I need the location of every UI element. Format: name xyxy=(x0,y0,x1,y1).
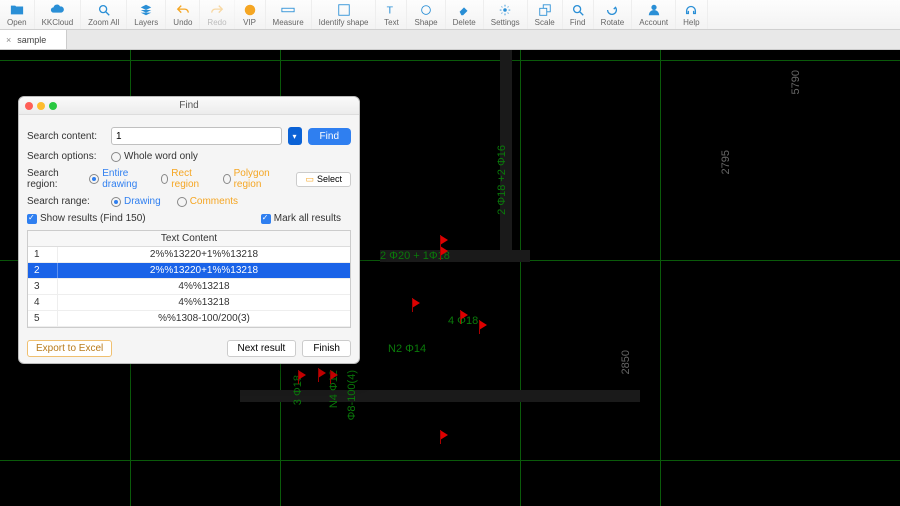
main-toolbar: Open KKCloud Zoom All Layers Undo Redo V… xyxy=(0,0,900,30)
undo-button[interactable]: Undo xyxy=(166,0,200,29)
select-icon: ▭ xyxy=(305,174,314,185)
redo-button[interactable]: Redo xyxy=(200,0,234,29)
mark-all-checkbox[interactable]: Mark all results xyxy=(261,213,341,224)
cad-dim: 2850 xyxy=(620,350,632,374)
cloud-icon xyxy=(49,2,65,18)
table-row[interactable]: 5%%1308-100/200(3) xyxy=(28,311,350,327)
scale-button[interactable]: Scale xyxy=(528,0,563,29)
identify-icon xyxy=(336,2,352,18)
result-flag-icon xyxy=(318,368,326,378)
search-region-label: Search region: xyxy=(27,168,83,190)
tab-strip: × sample xyxy=(0,30,900,50)
scale-icon xyxy=(537,2,553,18)
polygon-region-radio[interactable]: Polygon region xyxy=(223,168,280,190)
search-content-input[interactable] xyxy=(111,127,282,145)
settings-button[interactable]: Settings xyxy=(484,0,528,29)
text-button[interactable]: TText xyxy=(376,0,407,29)
shape-button[interactable]: Shape xyxy=(407,0,445,29)
vip-icon xyxy=(242,2,258,18)
account-button[interactable]: Account xyxy=(632,0,676,29)
cad-text: N2 Φ14 xyxy=(388,343,426,355)
gear-icon xyxy=(497,2,513,18)
rotate-button[interactable]: Rotate xyxy=(594,0,633,29)
folder-icon xyxy=(9,2,25,18)
entire-drawing-radio[interactable]: Entire drawing xyxy=(89,168,144,190)
whole-word-radio[interactable]: Whole word only xyxy=(111,151,198,162)
search-range-label: Search range: xyxy=(27,196,105,207)
identify-shape-button[interactable]: Identify shape xyxy=(312,0,377,29)
find-button[interactable]: Find xyxy=(563,0,594,29)
drawing-radio[interactable]: Drawing xyxy=(111,196,161,207)
svg-text:T: T xyxy=(387,5,394,17)
vip-button[interactable]: VIP xyxy=(235,0,266,29)
cad-dim: 2795 xyxy=(720,150,732,174)
find-action-button[interactable]: Find xyxy=(308,128,351,145)
layers-button[interactable]: Layers xyxy=(127,0,166,29)
redo-icon xyxy=(209,2,225,18)
cad-dim: 5790 xyxy=(790,70,802,94)
result-flag-icon xyxy=(460,310,468,320)
result-flag-icon xyxy=(298,370,306,380)
help-button[interactable]: Help xyxy=(676,0,707,29)
document-tab[interactable]: × sample xyxy=(0,30,67,49)
zoom-all-button[interactable]: Zoom All xyxy=(81,0,127,29)
user-icon xyxy=(646,2,662,18)
finish-button[interactable]: Finish xyxy=(302,340,351,357)
table-row[interactable]: 22%%13220+1%%13218 xyxy=(28,263,350,279)
result-flag-icon xyxy=(330,370,338,380)
comments-radio[interactable]: Comments xyxy=(177,196,238,207)
headset-icon xyxy=(683,2,699,18)
rotate-icon xyxy=(604,2,620,18)
tab-label: sample xyxy=(17,35,46,45)
dialog-titlebar[interactable]: Find xyxy=(19,97,359,115)
ruler-icon xyxy=(280,2,296,18)
rect-region-radio[interactable]: Rect region xyxy=(161,168,207,190)
undo-icon xyxy=(175,2,191,18)
select-region-button[interactable]: ▭Select xyxy=(296,172,351,187)
open-button[interactable]: Open xyxy=(0,0,35,29)
layers-icon xyxy=(138,2,154,18)
table-row[interactable]: 12%%13220+1%%13218 xyxy=(28,247,350,263)
result-flag-icon xyxy=(440,246,448,256)
result-flag-icon xyxy=(479,320,487,330)
delete-button[interactable]: Delete xyxy=(446,0,484,29)
table-row[interactable]: 44%%13218 xyxy=(28,295,350,311)
table-header: Text Content xyxy=(28,231,350,247)
show-results-checkbox[interactable]: Show results (Find 150) xyxy=(27,213,146,224)
measure-button[interactable]: Measure xyxy=(266,0,312,29)
shape-icon xyxy=(418,2,434,18)
result-flag-icon xyxy=(412,298,420,308)
dropdown-icon[interactable]: ▾ xyxy=(288,127,302,145)
result-flag-icon xyxy=(440,430,448,440)
zoom-icon xyxy=(96,2,112,18)
result-flag-icon xyxy=(440,235,448,245)
export-excel-button[interactable]: Export to Excel xyxy=(27,340,112,357)
find-dialog: Find Search content: ▾ Find Search optio… xyxy=(18,96,360,364)
search-options-label: Search options: xyxy=(27,151,105,162)
cad-text: Φ8-100(4) xyxy=(346,370,358,420)
eraser-icon xyxy=(456,2,472,18)
search-content-label: Search content: xyxy=(27,131,105,142)
table-row[interactable]: 34%%13218 xyxy=(28,279,350,295)
close-tab-icon[interactable]: × xyxy=(6,35,11,45)
kkcloud-button[interactable]: KKCloud xyxy=(35,0,82,29)
results-table: Text Content 12%%13220+1%%13218 22%%1322… xyxy=(27,230,351,328)
search-icon xyxy=(570,2,586,18)
cad-text: 2 Φ18 +2 Φ16 xyxy=(496,145,508,215)
next-result-button[interactable]: Next result xyxy=(227,340,297,357)
dialog-title: Find xyxy=(19,100,359,111)
text-icon: T xyxy=(383,2,399,18)
